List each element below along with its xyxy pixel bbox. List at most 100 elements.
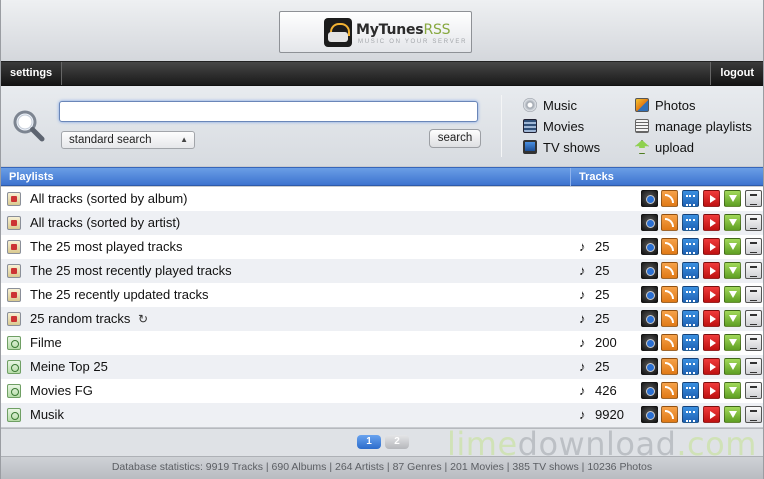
playlist-row[interactable]: All tracks (sorted by artist) xyxy=(1,211,763,235)
download-button[interactable] xyxy=(724,334,741,351)
rss-feed-button[interactable] xyxy=(661,286,678,303)
play-flash-button[interactable] xyxy=(641,190,658,207)
photos-link[interactable]: Photos xyxy=(635,98,695,114)
download-button[interactable] xyxy=(724,382,741,399)
music-link[interactable]: Music xyxy=(523,98,577,114)
search-input[interactable] xyxy=(59,101,478,122)
details-button[interactable] xyxy=(745,214,762,231)
search-button[interactable]: search xyxy=(429,129,481,148)
play-flash-button[interactable] xyxy=(641,382,658,399)
playlist-name[interactable]: The 25 most played tracks xyxy=(30,235,182,259)
playlist-row[interactable]: The 25 recently updated tracks ♪ 25 xyxy=(1,283,763,307)
video-play-button[interactable] xyxy=(703,358,720,375)
rss-feed-button[interactable] xyxy=(661,406,678,423)
search-mode-select[interactable]: standard search ▲ xyxy=(61,131,195,149)
column-header-playlists[interactable]: Playlists xyxy=(9,168,54,186)
playlist-file-button[interactable] xyxy=(682,190,699,207)
playlist-row[interactable]: The 25 most recently played tracks ♪ 25 xyxy=(1,259,763,283)
playlist-row[interactable]: The 25 most played tracks ♪ 25 xyxy=(1,235,763,259)
details-button[interactable] xyxy=(745,190,762,207)
playlist-file-button[interactable] xyxy=(682,358,699,375)
page-2-button[interactable]: 2 xyxy=(385,435,409,449)
video-play-button[interactable] xyxy=(703,190,720,207)
video-play-button[interactable] xyxy=(703,406,720,423)
download-button[interactable] xyxy=(724,358,741,375)
rss-feed-button[interactable] xyxy=(661,382,678,399)
playlist-file-button[interactable] xyxy=(682,310,699,327)
playlist-file-button[interactable] xyxy=(682,406,699,423)
details-button[interactable] xyxy=(745,382,762,399)
download-button[interactable] xyxy=(724,214,741,231)
playlist-name[interactable]: All tracks (sorted by artist) xyxy=(30,211,180,235)
play-flash-button[interactable] xyxy=(641,238,658,255)
rss-feed-button[interactable] xyxy=(661,190,678,207)
playlist-row[interactable]: Meine Top 25 ♪ 25 xyxy=(1,355,763,379)
video-play-button[interactable] xyxy=(703,214,720,231)
playlist-name[interactable]: Filme xyxy=(30,331,62,355)
column-separator xyxy=(570,168,571,186)
play-flash-button[interactable] xyxy=(641,214,658,231)
rss-feed-button[interactable] xyxy=(661,238,678,255)
playlist-file-button[interactable] xyxy=(682,262,699,279)
playlist-file-button[interactable] xyxy=(682,286,699,303)
movies-link[interactable]: Movies xyxy=(523,119,584,135)
play-flash-button[interactable] xyxy=(641,334,658,351)
video-play-button[interactable] xyxy=(703,382,720,399)
rss-feed-button[interactable] xyxy=(661,334,678,351)
download-button[interactable] xyxy=(724,190,741,207)
video-play-button[interactable] xyxy=(703,334,720,351)
play-flash-button[interactable] xyxy=(641,310,658,327)
download-button[interactable] xyxy=(724,286,741,303)
details-button[interactable] xyxy=(745,310,762,327)
tvshows-link[interactable]: TV shows xyxy=(523,140,600,156)
details-button[interactable] xyxy=(745,238,762,255)
download-button[interactable] xyxy=(724,262,741,279)
video-play-button[interactable] xyxy=(703,310,720,327)
details-button[interactable] xyxy=(745,358,762,375)
rss-feed-button[interactable] xyxy=(661,310,678,327)
playlist-name[interactable]: The 25 recently updated tracks xyxy=(30,283,209,307)
video-play-button[interactable] xyxy=(703,238,720,255)
details-button[interactable] xyxy=(745,286,762,303)
playlist-row[interactable]: All tracks (sorted by album) xyxy=(1,187,763,211)
video-play-button[interactable] xyxy=(703,286,720,303)
playlist-name[interactable]: 25 random tracks xyxy=(30,307,130,331)
mytunesrss-logo[interactable]: MyTunesRSS music on your server xyxy=(279,11,472,53)
playlist-name[interactable]: The 25 most recently played tracks xyxy=(30,259,232,283)
playlist-name[interactable]: Movies FG xyxy=(30,379,93,403)
playlist-row[interactable]: Filme ♪ 200 xyxy=(1,331,763,355)
playlist-file-button[interactable] xyxy=(682,334,699,351)
details-button[interactable] xyxy=(745,262,762,279)
app-window: MyTunesRSS music on your server settings… xyxy=(0,0,764,479)
download-button[interactable] xyxy=(724,310,741,327)
page-1-button[interactable]: 1 xyxy=(357,435,381,449)
logout-button[interactable]: logout xyxy=(710,62,763,85)
rss-feed-button[interactable] xyxy=(661,214,678,231)
play-flash-button[interactable] xyxy=(641,406,658,423)
details-button[interactable] xyxy=(745,406,762,423)
playlist-name[interactable]: Meine Top 25 xyxy=(30,355,108,379)
playlist-name[interactable]: All tracks (sorted by album) xyxy=(30,187,188,211)
details-button[interactable] xyxy=(745,334,762,351)
playlist-row[interactable]: 25 random tracks ↻ ♪ 25 xyxy=(1,307,763,331)
rss-feed-button[interactable] xyxy=(661,358,678,375)
playlist-row[interactable]: Movies FG ♪ 426 xyxy=(1,379,763,403)
playlist-file-button[interactable] xyxy=(682,382,699,399)
playlist-file-button[interactable] xyxy=(682,214,699,231)
play-flash-button[interactable] xyxy=(641,262,658,279)
manage-playlists-link[interactable]: manage playlists xyxy=(635,119,752,135)
download-button[interactable] xyxy=(724,238,741,255)
rss-feed-button[interactable] xyxy=(661,262,678,279)
upload-link[interactable]: upload xyxy=(635,140,694,156)
playlist-row[interactable]: Musik ♪ 9920 xyxy=(1,403,763,427)
playlist-name[interactable]: Musik xyxy=(30,403,64,427)
column-header-tracks[interactable]: Tracks xyxy=(579,168,614,186)
video-play-button[interactable] xyxy=(703,262,720,279)
row-actions xyxy=(641,190,762,208)
play-flash-button[interactable] xyxy=(641,286,658,303)
playlist-file-button[interactable] xyxy=(682,238,699,255)
refresh-icon[interactable]: ↻ xyxy=(138,312,148,326)
download-button[interactable] xyxy=(724,406,741,423)
settings-button[interactable]: settings xyxy=(1,62,63,85)
play-flash-button[interactable] xyxy=(641,358,658,375)
